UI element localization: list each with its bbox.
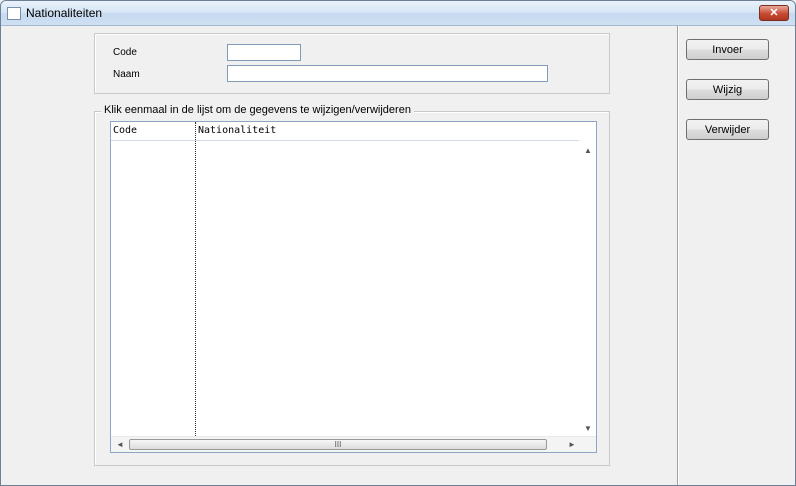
naam-field[interactable] xyxy=(227,65,548,82)
vertical-scrollbar[interactable]: ▲ ▼ xyxy=(579,140,596,436)
verwijder-button[interactable]: Verwijder xyxy=(686,119,769,140)
column-header-nationaliteit[interactable]: Nationaliteit xyxy=(198,125,276,136)
window-icon xyxy=(7,7,21,20)
window-title: Nationaliteiten xyxy=(26,6,103,20)
main-window: Nationaliteiten ✕ Code Naam Klik eenmaal… xyxy=(0,0,796,486)
scroll-grip-icon: III xyxy=(334,440,342,449)
column-header-code[interactable]: Code xyxy=(113,125,137,136)
invoer-button[interactable]: Invoer xyxy=(686,39,769,60)
code-label: Code xyxy=(113,47,137,58)
list-group-title: Klik eenmaal in de lijst om de gegevens … xyxy=(101,104,414,116)
scroll-right-icon[interactable]: ► xyxy=(568,440,576,449)
close-icon: ✕ xyxy=(769,7,779,19)
title-bar[interactable]: Nationaliteiten ✕ xyxy=(1,1,795,26)
scroll-left-icon[interactable]: ◄ xyxy=(116,440,124,449)
close-button[interactable]: ✕ xyxy=(759,5,789,21)
nationality-list[interactable]: Code Nationaliteit ▲ ▼ ◄ III ► xyxy=(110,121,597,453)
column-divider xyxy=(195,122,196,436)
scroll-up-icon[interactable]: ▲ xyxy=(584,146,592,155)
code-field[interactable] xyxy=(227,44,301,61)
horizontal-scrollbar[interactable]: ◄ III ► xyxy=(111,436,596,452)
wijzig-button[interactable]: Wijzig xyxy=(686,79,769,100)
list-header: Code Nationaliteit xyxy=(111,122,596,141)
input-panel xyxy=(94,33,610,94)
naam-label: Naam xyxy=(113,69,140,80)
scroll-thumb[interactable]: III xyxy=(129,439,547,450)
panel-separator xyxy=(677,26,678,485)
scroll-down-icon[interactable]: ▼ xyxy=(584,424,592,433)
